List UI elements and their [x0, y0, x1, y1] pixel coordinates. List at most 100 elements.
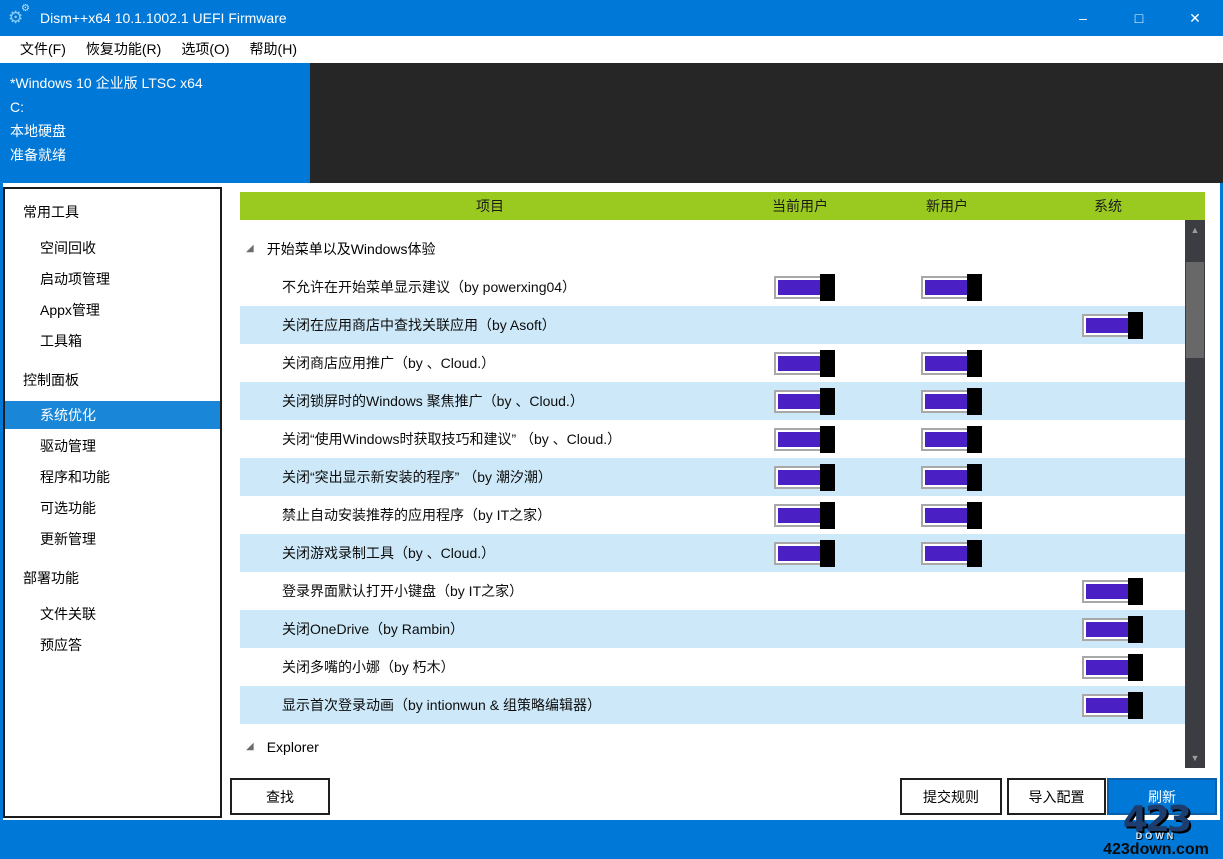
close-button[interactable]: ✕ [1167, 0, 1223, 36]
sidebar-item[interactable]: 预应答 [5, 630, 220, 661]
submit-rules-button[interactable]: 提交规则 [900, 778, 1002, 815]
sidebar-item[interactable]: 系统优化 [5, 401, 220, 429]
toggle-switch-on[interactable] [774, 352, 826, 375]
menu-item[interactable]: 帮助(H) [240, 36, 307, 63]
table-row[interactable]: 禁止自动安装推荐的应用程序（by IT之家） [240, 496, 1185, 534]
toggle-switch-on[interactable] [921, 428, 973, 451]
table-row[interactable]: 显示首次登录动画（by intionwun & 组策略编辑器） [240, 686, 1185, 724]
table-row[interactable]: 关闭锁屏时的Windows 聚焦推广（by 、Cloud.） [240, 382, 1185, 420]
rule-label: 显示首次登录动画（by intionwun & 组策略编辑器） [240, 695, 740, 715]
scroll-down-icon[interactable]: ▼ [1185, 748, 1205, 768]
rule-label: 关闭商店应用推广（by 、Cloud.） [240, 353, 740, 373]
collapse-triangle-icon[interactable]: ◢ [246, 244, 254, 254]
rule-label: 不允许在开始菜单显示建议（by powerxing04） [240, 277, 740, 297]
column-header-label: 新用户 [887, 196, 1007, 216]
watermark-url: 423down.com [1091, 841, 1221, 859]
image-info-panel[interactable]: *Windows 10 企业版 LTSC x64C:本地硬盘准备就绪 [0, 63, 310, 183]
toggle-cell [887, 428, 1007, 451]
sidebar-item[interactable]: 更新管理 [5, 524, 220, 555]
toggle-knob [1128, 312, 1143, 339]
minimize-button[interactable]: – [1055, 0, 1111, 36]
menu-item[interactable]: 选项(O) [171, 36, 239, 63]
toggle-switch-on[interactable] [1082, 694, 1134, 717]
toggle-cell [740, 390, 860, 413]
sidebar: 常用工具空间回收启动项管理Appx管理工具箱控制面板系统优化驱动管理程序和功能可… [3, 187, 222, 818]
rules-list: ◢开始菜单以及Windows体验不允许在开始菜单显示建议（by powerxin… [240, 220, 1185, 775]
rule-label: 关闭多嘴的小娜（by 朽木） [240, 657, 740, 677]
table-row[interactable]: 登录界面默认打开小键盘（by IT之家） [240, 572, 1185, 610]
table-row[interactable]: 不允许在开始菜单显示建议（by powerxing04） [240, 268, 1185, 306]
sidebar-item[interactable]: Appx管理 [5, 295, 220, 326]
sidebar-item[interactable]: 可选功能 [5, 493, 220, 524]
table-row[interactable]: 关闭游戏录制工具（by 、Cloud.） [240, 534, 1185, 572]
toggle-switch-on[interactable] [921, 466, 973, 489]
toggle-switch-on[interactable] [774, 276, 826, 299]
rule-label: 关闭游戏录制工具（by 、Cloud.） [240, 543, 740, 563]
sidebar-items: 系统优化驱动管理程序和功能可选功能更新管理 [5, 401, 220, 555]
sidebar-item[interactable]: 空间回收 [5, 233, 220, 264]
sidebar-item[interactable]: 文件关联 [5, 599, 220, 630]
toggle-cell [740, 428, 860, 451]
group-header-label: Explorer [267, 739, 319, 755]
toggle-cell [740, 466, 860, 489]
toggle-cell [887, 352, 1007, 375]
table-row[interactable]: 关闭多嘴的小娜（by 朽木） [240, 648, 1185, 686]
toggle-knob [820, 464, 835, 491]
toggle-cell [740, 542, 860, 565]
info-line: *Windows 10 企业版 LTSC x64 [10, 71, 310, 95]
toggle-switch-on[interactable] [921, 390, 973, 413]
toggle-switch-on[interactable] [774, 390, 826, 413]
toggle-cell [740, 352, 860, 375]
toggle-switch-on[interactable] [774, 466, 826, 489]
sidebar-item[interactable]: 启动项管理 [5, 264, 220, 295]
sidebar-item[interactable]: 驱动管理 [5, 431, 220, 462]
toggle-switch-on[interactable] [921, 352, 973, 375]
toggle-knob [1128, 692, 1143, 719]
rule-label: 关闭锁屏时的Windows 聚焦推广（by 、Cloud.） [240, 391, 740, 411]
vertical-scrollbar[interactable]: ▲ ▼ [1185, 220, 1205, 768]
rule-label: 关闭“突出显示新安装的程序” （by 潮汐潮） [240, 467, 740, 487]
collapse-triangle-icon[interactable]: ◢ [246, 742, 254, 752]
window-body: 常用工具空间回收启动项管理Appx管理工具箱控制面板系统优化驱动管理程序和功能可… [3, 183, 1220, 820]
toggle-knob [820, 540, 835, 567]
sidebar-section: 常用工具空间回收启动项管理Appx管理工具箱 [5, 197, 220, 357]
rules-panel: 项目当前用户新用户系统 ◢开始菜单以及Windows体验不允许在开始菜单显示建议… [240, 192, 1205, 775]
sidebar-item[interactable]: 工具箱 [5, 326, 220, 357]
table-row[interactable]: 关闭OneDrive（by Rambin） [240, 610, 1185, 648]
toggle-switch-on[interactable] [921, 542, 973, 565]
toggle-switch-on[interactable] [774, 504, 826, 527]
toggle-cell [740, 276, 860, 299]
table-row[interactable]: 关闭“使用Windows时获取技巧和建议” （by 、Cloud.） [240, 420, 1185, 458]
table-row[interactable]: 关闭“突出显示新安装的程序” （by 潮汐潮） [240, 458, 1185, 496]
table-row[interactable]: 关闭在应用商店中查找关联应用（by Asoft） [240, 306, 1185, 344]
info-line: 本地硬盘 [10, 119, 310, 143]
group-header[interactable]: ◢开始菜单以及Windows体验 [240, 230, 1185, 268]
scroll-up-icon[interactable]: ▲ [1185, 220, 1205, 240]
rule-label: 关闭“使用Windows时获取技巧和建议” （by 、Cloud.） [240, 429, 740, 449]
menu-item[interactable]: 恢复功能(R) [76, 36, 171, 63]
toggle-switch-on[interactable] [774, 542, 826, 565]
toggle-switch-on[interactable] [1082, 314, 1134, 337]
toggle-switch-on[interactable] [1082, 618, 1134, 641]
toggle-switch-on[interactable] [921, 276, 973, 299]
toggle-switch-on[interactable] [1082, 656, 1134, 679]
toggle-switch-on[interactable] [774, 428, 826, 451]
toggle-knob [967, 502, 982, 529]
toggle-switch-on[interactable] [1082, 580, 1134, 603]
session-strip: *Windows 10 企业版 LTSC x64C:本地硬盘准备就绪 [0, 63, 1223, 183]
maximize-button[interactable]: □ [1111, 0, 1167, 36]
watermark: 423 DOWN 423down.com [1091, 805, 1221, 859]
scrollbar-thumb[interactable] [1186, 262, 1204, 358]
find-button[interactable]: 查找 [230, 778, 330, 815]
toggle-knob [967, 274, 982, 301]
toggle-knob [1128, 578, 1143, 605]
toggle-cell [1048, 314, 1168, 337]
rule-label: 登录界面默认打开小键盘（by IT之家） [240, 581, 740, 601]
menu-item[interactable]: 文件(F) [10, 36, 76, 63]
toggle-knob [820, 350, 835, 377]
sidebar-item[interactable]: 程序和功能 [5, 462, 220, 493]
group-header[interactable]: ◢ Explorer [240, 732, 1185, 762]
table-row[interactable]: 关闭商店应用推广（by 、Cloud.） [240, 344, 1185, 382]
app-gears-icon: ⚙ ⚙ [8, 7, 34, 29]
toggle-switch-on[interactable] [921, 504, 973, 527]
